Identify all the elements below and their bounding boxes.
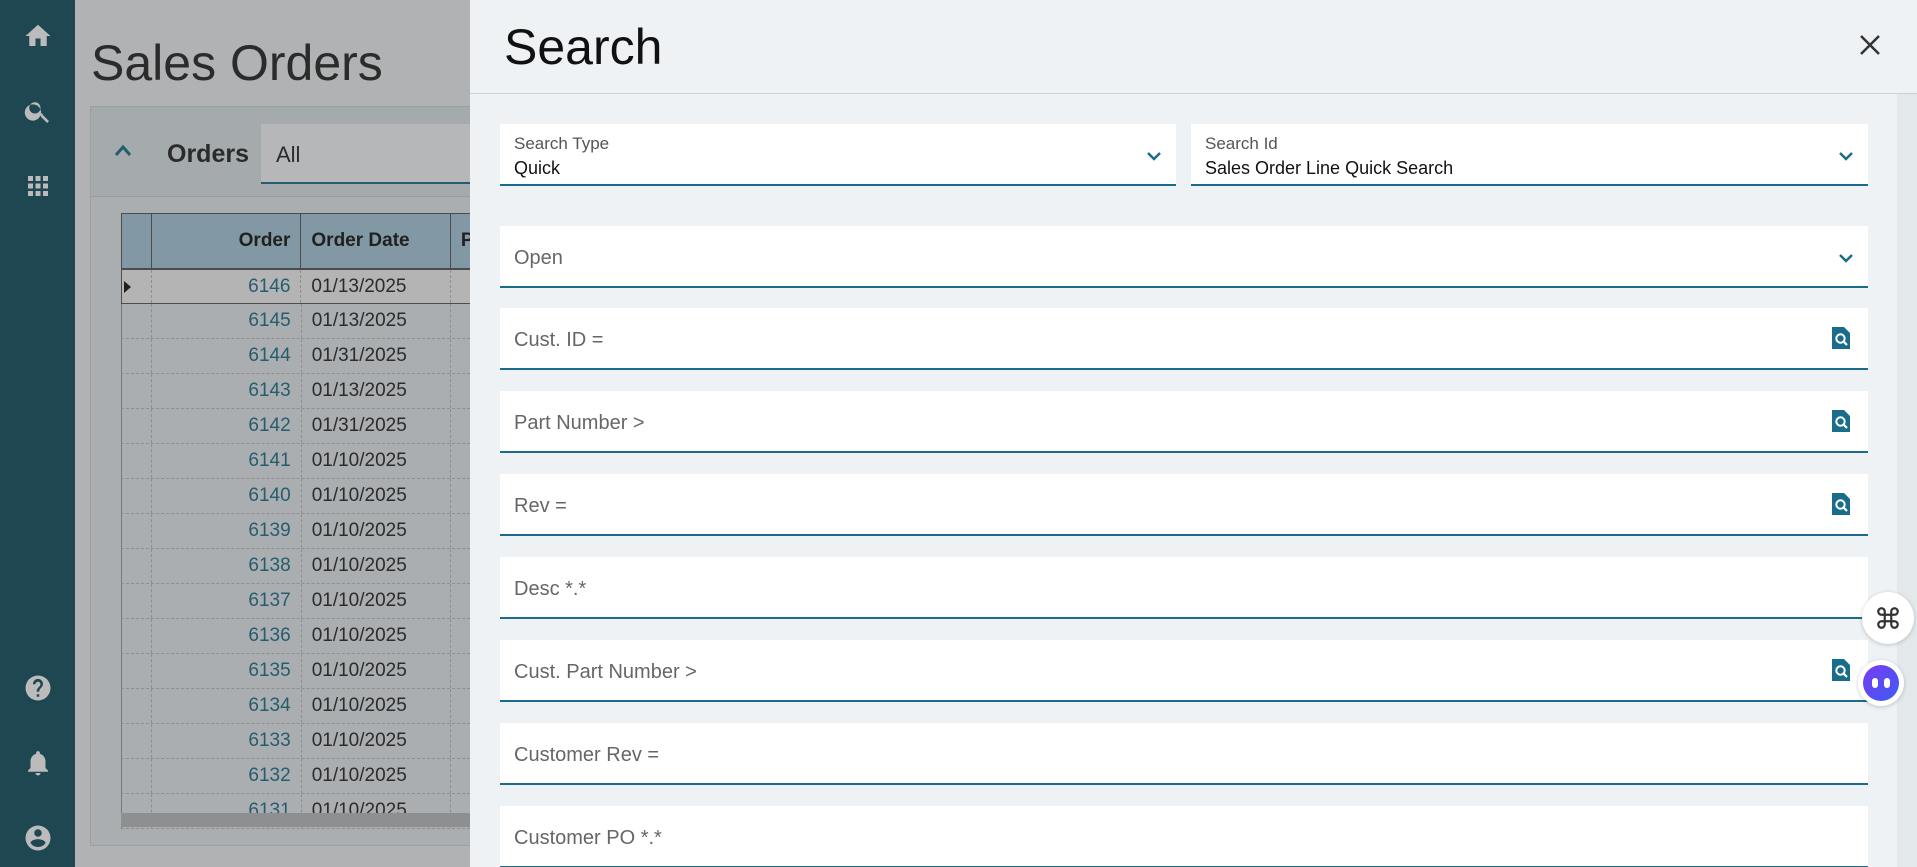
status-select[interactable]: Open — [500, 226, 1868, 288]
chevron-down-icon — [1146, 148, 1162, 164]
search-id-label: Search Id — [1205, 134, 1278, 153]
search-drawer-header: Search — [470, 0, 1917, 94]
search-field-input[interactable]: Cust. ID = — [500, 308, 1868, 370]
search-field-placeholder: Cust. Part Number > — [514, 661, 697, 683]
search-id-select[interactable]: Search Id Sales Order Line Quick Search — [1191, 124, 1868, 186]
search-field-placeholder: Customer PO *.* — [514, 827, 662, 849]
quick-actions-button[interactable] — [1862, 592, 1914, 644]
search-field-placeholder: Part Number > — [514, 412, 645, 434]
chevron-down-icon — [1838, 148, 1854, 164]
search-id-value: Sales Order Line Quick Search — [1205, 158, 1454, 178]
search-field-input[interactable]: Customer PO *.* — [500, 806, 1868, 867]
command-icon — [1877, 607, 1899, 629]
bot-icon — [1863, 665, 1899, 701]
close-button[interactable] — [1855, 30, 1885, 60]
search-field-placeholder: Cust. ID = — [514, 329, 604, 351]
assistant-bot-button[interactable] — [1858, 660, 1904, 706]
status-select-value: Open — [514, 247, 563, 269]
lookup-search-icon[interactable] — [1830, 326, 1852, 350]
close-icon — [1860, 35, 1880, 55]
lookup-search-icon[interactable] — [1830, 492, 1852, 516]
search-field-input[interactable]: Rev = — [500, 474, 1868, 536]
search-title: Search — [504, 19, 663, 75]
lookup-search-icon[interactable] — [1830, 658, 1852, 682]
search-field-placeholder: Customer Rev = — [514, 744, 660, 766]
lookup-search-icon[interactable] — [1830, 409, 1852, 433]
search-field-input[interactable]: Cust. Part Number > — [500, 640, 1868, 702]
search-field-input[interactable]: Customer Rev = — [500, 723, 1868, 785]
search-field-placeholder: Desc *.* — [514, 578, 587, 600]
search-type-label: Search Type — [514, 134, 610, 153]
search-field-placeholder: Rev = — [514, 495, 567, 517]
vertical-scrollbar[interactable] — [1897, 94, 1917, 867]
chevron-down-icon — [1838, 250, 1854, 266]
search-type-value: Quick — [514, 158, 561, 178]
search-type-select[interactable]: Search Type Quick — [500, 124, 1176, 186]
search-field-input[interactable]: Part Number > — [500, 391, 1868, 453]
search-field-input[interactable]: Desc *.* — [500, 557, 1868, 619]
search-drawer: Search Search Type Quick Search Id Sales… — [470, 0, 1917, 867]
